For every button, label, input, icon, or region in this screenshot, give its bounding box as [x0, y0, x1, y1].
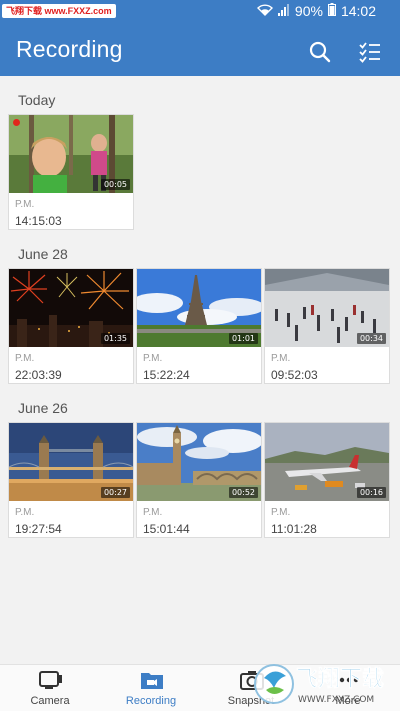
- thumbnail-tower-bridge: 00:27: [9, 423, 133, 501]
- battery-icon: [327, 3, 336, 19]
- recording-time: 09:52:03: [271, 368, 318, 382]
- recording-card[interactable]: 01:35 P.M. 22:03:39: [8, 268, 134, 384]
- checklist-icon: [359, 42, 380, 63]
- time-period: P.M.: [271, 507, 291, 518]
- time-period: P.M.: [143, 353, 163, 364]
- duration-badge: 01:01: [228, 333, 258, 344]
- recording-time: 22:03:39: [15, 368, 62, 382]
- camera-icon: [39, 671, 62, 689]
- thumbnail-fireworks: 01:35: [9, 269, 133, 347]
- recording-card[interactable]: 00:27 P.M. 19:27:54: [8, 422, 134, 538]
- recording-card[interactable]: 00:34 P.M. 09:52:03: [264, 268, 390, 384]
- time-period: P.M.: [15, 199, 35, 210]
- clock: 14:02: [340, 3, 376, 19]
- select-mode-button[interactable]: [356, 38, 384, 66]
- thumbnail-big-ben: 00:52: [137, 423, 261, 501]
- battery-percent: 90%: [294, 3, 323, 19]
- section-header-june-28: June 28: [18, 246, 68, 262]
- recording-card[interactable]: 01:01 P.M. 15:22:24: [136, 268, 262, 384]
- thumbnail-eiffel-tower: 01:01: [137, 269, 261, 347]
- time-period: P.M.: [271, 353, 291, 364]
- recording-time: 15:22:24: [143, 368, 190, 382]
- recording-card[interactable]: 00:16 P.M. 11:01:28: [264, 422, 390, 538]
- recording-time: 11:01:28: [271, 522, 317, 536]
- duration-badge: 00:05: [100, 179, 130, 190]
- watermark-url: WWW.FXXZ.COM: [298, 695, 374, 705]
- time-period: P.M.: [143, 507, 163, 518]
- recording-time: 14:15:03: [15, 214, 62, 228]
- thumbnail-station-crowd: 00:34: [265, 269, 389, 347]
- thumbnail-airport: 00:16: [265, 423, 389, 501]
- signal-icon: [277, 3, 290, 19]
- nav-recording[interactable]: Recording: [111, 665, 191, 711]
- duration-badge: 00:52: [228, 487, 258, 498]
- section-header-june-26: June 26: [18, 400, 68, 416]
- search-button[interactable]: [306, 38, 334, 66]
- recording-card[interactable]: 00:05 P.M. 14:15:03: [8, 114, 134, 230]
- duration-badge: 01:35: [100, 333, 130, 344]
- section-header-today: Today: [18, 92, 56, 108]
- recording-time: 19:27:54: [15, 522, 62, 536]
- recording-folder-icon: [141, 673, 163, 689]
- duration-badge: 00:34: [356, 333, 386, 344]
- status-bar: 飞翔下载 www.FXXZ.com 90% 14:02: [0, 0, 400, 24]
- nav-camera[interactable]: Camera: [10, 665, 90, 711]
- duration-badge: 00:27: [100, 487, 130, 498]
- site-tag: 飞翔下载 www.FXXZ.com: [2, 4, 116, 18]
- recording-time: 15:01:44: [143, 522, 190, 536]
- nav-label: Recording: [125, 695, 177, 707]
- nav-label: Camera: [30, 695, 70, 707]
- recordings-list[interactable]: Today 00:05 P.M. 14:15:03 June 28 01:35 …: [0, 76, 400, 664]
- page-title: Recording: [16, 36, 123, 62]
- time-period: P.M.: [15, 507, 35, 518]
- time-period: P.M.: [15, 353, 35, 364]
- status-indicators: 90% 14:02: [256, 3, 376, 19]
- watermark-logo: 飞翔下载 WWW.FXXZ.COM: [252, 656, 400, 711]
- app-header: 飞翔下载 www.FXXZ.com 90% 14:02 Recording: [0, 0, 400, 76]
- duration-badge: 00:16: [356, 487, 386, 498]
- search-icon: [309, 41, 331, 63]
- recording-card[interactable]: 00:52 P.M. 15:01:44: [136, 422, 262, 538]
- thumbnail-kids-in-forest: 00:05: [9, 115, 133, 193]
- wifi-icon: [256, 3, 273, 19]
- recording-indicator: [13, 119, 20, 126]
- watermark-text: 飞翔下载: [296, 666, 384, 692]
